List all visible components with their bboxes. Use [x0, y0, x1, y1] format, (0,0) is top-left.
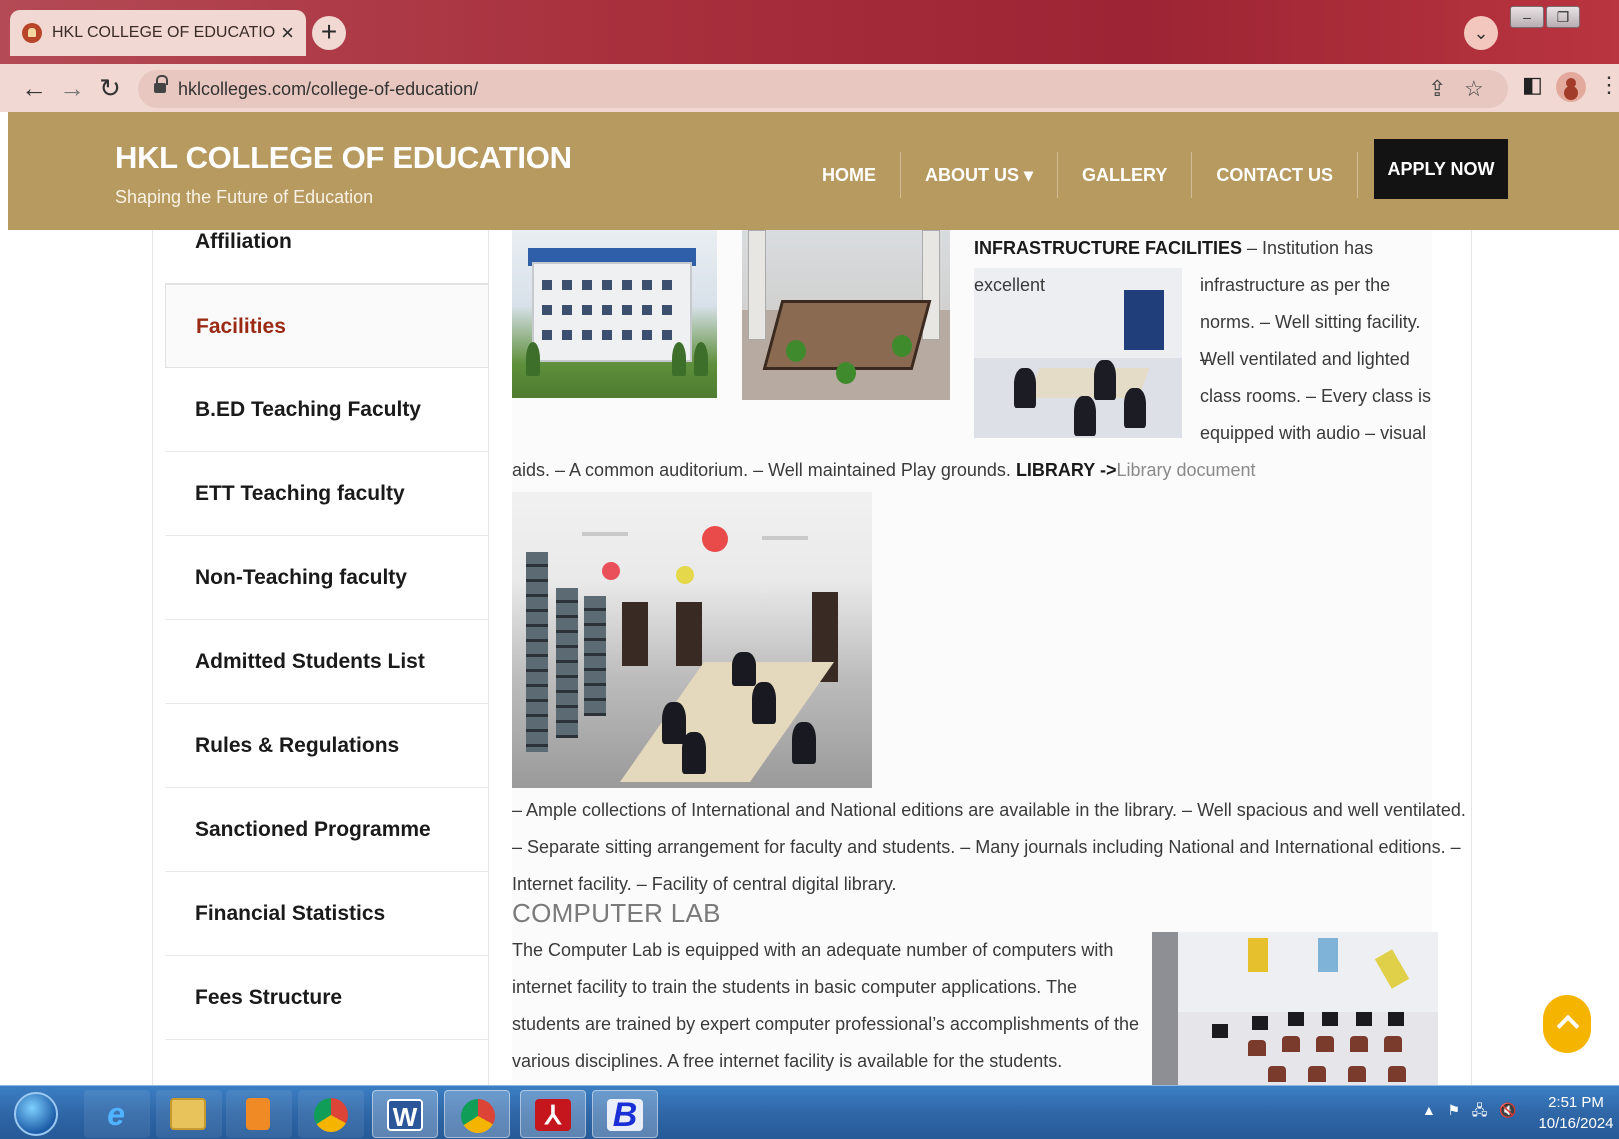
- url-text[interactable]: hklcolleges.com/college-of-education/: [178, 79, 478, 100]
- clock-time: 2:51 PM: [1548, 1094, 1604, 1111]
- courtyard-photo: [742, 230, 950, 400]
- library-photo: [512, 492, 872, 788]
- system-tray: ▲ ⚑ 🖧 🔇: [1422, 1100, 1517, 1124]
- site-tagline: Shaping the Future of Education: [115, 187, 374, 207]
- sidebar-item-bed-teaching-faculty[interactable]: B.ED Teaching Faculty: [165, 368, 489, 452]
- side-panel-icon[interactable]: ◧: [1522, 72, 1543, 98]
- reload-icon[interactable]: ↻: [94, 72, 126, 104]
- volume-muted-icon[interactable]: 🔇: [1499, 1102, 1516, 1118]
- restore-button[interactable]: ❐: [1546, 6, 1580, 28]
- taskbar-clock[interactable]: 2:51 PM 10/16/2024: [1536, 1092, 1616, 1134]
- new-tab-button[interactable]: +: [312, 16, 346, 50]
- taskbar-chrome-profile[interactable]: [444, 1090, 510, 1138]
- b-app-icon: B: [607, 1098, 643, 1132]
- sidebar-item-admitted-students-list[interactable]: Admitted Students List: [165, 620, 489, 704]
- word-icon: W: [387, 1099, 423, 1132]
- tab-title: HKL COLLEGE OF EDUCATION –: [52, 24, 276, 41]
- taskbar-word[interactable]: W: [372, 1090, 438, 1138]
- site-header: HKL COLLEGE OF EDUCATION Shaping the Fut…: [8, 112, 1619, 230]
- infrastructure-line-7: aids. – A common auditorium. – Well main…: [512, 452, 1256, 489]
- campus-building-photo: [512, 230, 717, 398]
- tray-expand-icon[interactable]: ▲: [1422, 1102, 1436, 1118]
- address-bar-row: ← → ↻ hklcolleges.com/college-of-educati…: [0, 64, 1619, 112]
- action-center-flag-icon[interactable]: ⚑: [1448, 1102, 1461, 1118]
- clock-date: 10/16/2024: [1538, 1115, 1614, 1132]
- minimize-button[interactable]: –: [1510, 6, 1544, 28]
- taskbar-media-player[interactable]: [226, 1090, 292, 1138]
- sidebar-item-sanctioned-programme[interactable]: Sanctioned Programme: [165, 788, 489, 872]
- infrastructure-text-end: aids. – A common auditorium. – Well main…: [512, 460, 1016, 480]
- browser-tab-strip: HKL COLLEGE OF EDUCATION – × + ⌄ – ❐: [0, 0, 1619, 64]
- media-player-icon: [246, 1098, 270, 1130]
- library-document-link[interactable]: Library document: [1116, 460, 1255, 480]
- infrastructure-heading: INFRASTRUCTURE FACILITIES: [974, 238, 1242, 258]
- chrome-icon: [314, 1098, 348, 1132]
- back-arrow-icon[interactable]: ←: [18, 72, 50, 104]
- taskbar-internet-explorer[interactable]: e: [84, 1090, 150, 1138]
- computer-lab-line-1: The Computer Lab is equipped with an ade…: [512, 940, 1114, 960]
- acrobat-icon: ⅄: [535, 1099, 571, 1131]
- computer-lab-line-4: various disciplines. A free internet fac…: [512, 1051, 1063, 1071]
- sidebar-item-financial-statistics[interactable]: Financial Statistics: [165, 872, 489, 956]
- bookmark-star-icon[interactable]: ☆: [1464, 76, 1484, 102]
- url-bar[interactable]: hklcolleges.com/college-of-education/ ⇪ …: [138, 70, 1508, 108]
- site-logo[interactable]: HKL COLLEGE OF EDUCATION: [115, 140, 572, 176]
- library-line-2: – Separate sitting arrangement for facul…: [512, 837, 1461, 857]
- share-icon[interactable]: ⇪: [1428, 76, 1446, 102]
- computer-lab-line-3: students are trained by expert computer …: [512, 1014, 1139, 1034]
- internet-explorer-icon: e: [107, 1096, 125, 1132]
- nav-gallery[interactable]: GALLERY: [1058, 152, 1193, 198]
- profile-avatar-icon[interactable]: [1556, 72, 1586, 102]
- browser-tab[interactable]: HKL COLLEGE OF EDUCATION – ×: [10, 10, 306, 56]
- computer-lab-title: COMPUTER LAB: [512, 898, 721, 928]
- main-nav: HOME ABOUT US ▾ GALLERY CONTACT US: [798, 152, 1404, 198]
- library-line-1: – Ample collections of International and…: [512, 800, 1466, 820]
- infrastructure-line-5: class rooms. – Every class is: [1200, 386, 1432, 406]
- folder-icon: [170, 1098, 206, 1130]
- lock-icon: [154, 75, 168, 95]
- page-body: Affiliation Facilities B.ED Teaching Fac…: [0, 230, 1619, 1085]
- nav-about-us[interactable]: ABOUT US ▾: [901, 152, 1059, 198]
- computer-lab-line-2: internet facility to train the students …: [512, 977, 1077, 997]
- nav-contact-us[interactable]: CONTACT US: [1192, 152, 1359, 198]
- taskbar-chrome[interactable]: [298, 1090, 364, 1138]
- window-controls: – ❐: [1510, 6, 1580, 28]
- taskbar-file-explorer[interactable]: [156, 1090, 222, 1138]
- back-to-top-button[interactable]: [1543, 995, 1591, 1053]
- sidebar-item-rules-regulations[interactable]: Rules & Regulations: [165, 704, 489, 788]
- sidebar-item-non-teaching-faculty[interactable]: Non-Teaching faculty: [165, 536, 489, 620]
- sidebar-item-ett-teaching-faculty[interactable]: ETT Teaching faculty: [165, 452, 489, 536]
- taskbar-b-app[interactable]: B: [592, 1090, 658, 1138]
- taskbar-acrobat[interactable]: ⅄: [520, 1090, 586, 1138]
- tab-search-chevron-icon[interactable]: ⌄: [1464, 16, 1498, 50]
- chrome-profile-icon: [461, 1099, 495, 1133]
- sidebar-item-fees-structure[interactable]: Fees Structure: [165, 956, 489, 1040]
- library-label: LIBRARY ->: [1015, 460, 1117, 480]
- infrastructure-line-4: Well ventilated and lighted: [1200, 349, 1410, 369]
- infrastructure-line-2: infrastructure as per the: [1200, 275, 1391, 295]
- apply-now-button[interactable]: APPLY NOW: [1374, 139, 1508, 203]
- sidebar-item-affiliation[interactable]: Affiliation: [165, 230, 489, 284]
- facilities-content: INFRASTRUCTURE FACILITIES – Institution …: [512, 230, 1466, 1085]
- browser-menu-icon[interactable]: ⋮: [1598, 72, 1619, 98]
- windows-taskbar: e W ⅄ B ▲ ⚑ 🖧 🔇 2:51 PM 10/16/2024: [0, 1085, 1619, 1139]
- forward-arrow-icon[interactable]: →: [56, 72, 88, 104]
- nav-home[interactable]: HOME: [798, 152, 901, 198]
- tab-close-icon[interactable]: ×: [281, 22, 294, 44]
- computer-lab-photo: [1152, 932, 1438, 1085]
- sidebar-menu: Affiliation Facilities B.ED Teaching Fac…: [165, 230, 489, 1085]
- infrastructure-line-6: equipped with audio – visual: [1200, 423, 1427, 443]
- network-icon[interactable]: 🖧: [1472, 1102, 1488, 1118]
- sidebar-item-facilities[interactable]: Facilities: [165, 284, 489, 368]
- start-button-icon[interactable]: [14, 1092, 58, 1136]
- college-favicon-icon: [22, 23, 42, 43]
